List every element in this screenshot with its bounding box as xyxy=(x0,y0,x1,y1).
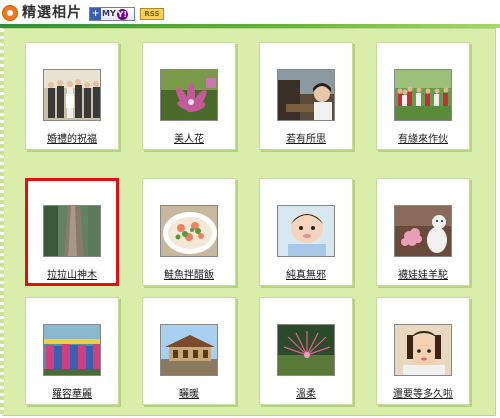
photo-card[interactable]: 羅容華麗 xyxy=(25,297,119,405)
waiting-child-photo[interactable] xyxy=(394,324,452,376)
thinking-person-photo[interactable] xyxy=(277,69,335,121)
photo-card[interactable]: 鮭魚拌醋飯 xyxy=(142,178,236,286)
photo-card[interactable]: 還要等多久啦 xyxy=(376,297,470,405)
photo-caption-link[interactable]: 有緣來作伙 xyxy=(377,134,469,146)
pink-flower-photo[interactable] xyxy=(160,69,218,121)
photo-caption-link[interactable]: 純真無邪 xyxy=(260,270,352,282)
photo-card[interactable]: 有緣來作伙 xyxy=(376,42,470,150)
dancers-photo[interactable] xyxy=(43,324,101,376)
photo-caption-link[interactable]: 鮭魚拌醋飯 xyxy=(143,270,235,282)
photo-card[interactable]: 曬暖 xyxy=(142,297,236,405)
photo-caption-link[interactable]: 拉拉山神木 xyxy=(28,270,116,282)
soft-bloom-photo[interactable] xyxy=(277,324,335,376)
photo-caption-link[interactable]: 還要等多久啦 xyxy=(377,389,469,401)
myyahoo-label: MY xyxy=(102,9,116,18)
photo-caption-link[interactable]: 羅容華麗 xyxy=(26,389,118,401)
orange-circle-icon xyxy=(2,5,18,21)
baby-photo[interactable] xyxy=(277,205,335,257)
photo-caption-link[interactable]: 若有所思 xyxy=(260,134,352,146)
add-to-my-yahoo-button[interactable]: + MY Y! xyxy=(89,7,135,21)
plus-icon: + xyxy=(90,8,101,20)
photo-card[interactable]: 若有所思 xyxy=(259,42,353,150)
photo-caption-link[interactable]: 襪娃娃羊駝 xyxy=(377,270,469,282)
yahoo-logo-icon: Y! xyxy=(116,8,128,20)
section-header: 精選相片 + MY Y! RSS xyxy=(0,0,500,28)
photo-gallery-panel: 婚禮的祝福 美人花 若有所思 有緣來作伙 拉拉山神木 鮭魚拌醋飯 純真無邪 襪娃… xyxy=(0,28,496,416)
photo-card[interactable]: 婚禮的祝福 xyxy=(25,42,119,150)
photo-caption-link[interactable]: 婚禮的祝福 xyxy=(26,134,118,146)
wedding-group-photo[interactable] xyxy=(43,69,101,121)
rss-button[interactable]: RSS xyxy=(140,8,164,20)
photo-caption-link[interactable]: 溫柔 xyxy=(260,389,352,401)
giant-tree-photo[interactable] xyxy=(43,205,101,257)
salmon-rice-photo[interactable] xyxy=(160,205,218,257)
group-gathering-photo[interactable] xyxy=(394,69,452,121)
photo-card[interactable]: 美人花 xyxy=(142,42,236,150)
photo-card[interactable]: 襪娃娃羊駝 xyxy=(376,178,470,286)
house-sunbathing-photo[interactable] xyxy=(160,324,218,376)
photo-caption-link[interactable]: 美人花 xyxy=(143,134,235,146)
section-title: 精選相片 xyxy=(22,5,82,21)
photo-card[interactable]: 純真無邪 xyxy=(259,178,353,286)
photo-caption-link[interactable]: 曬暖 xyxy=(143,389,235,401)
photo-card-selected[interactable]: 拉拉山神木 xyxy=(25,178,119,286)
photo-card[interactable]: 溫柔 xyxy=(259,297,353,405)
sock-doll-alpaca-photo[interactable] xyxy=(394,205,452,257)
